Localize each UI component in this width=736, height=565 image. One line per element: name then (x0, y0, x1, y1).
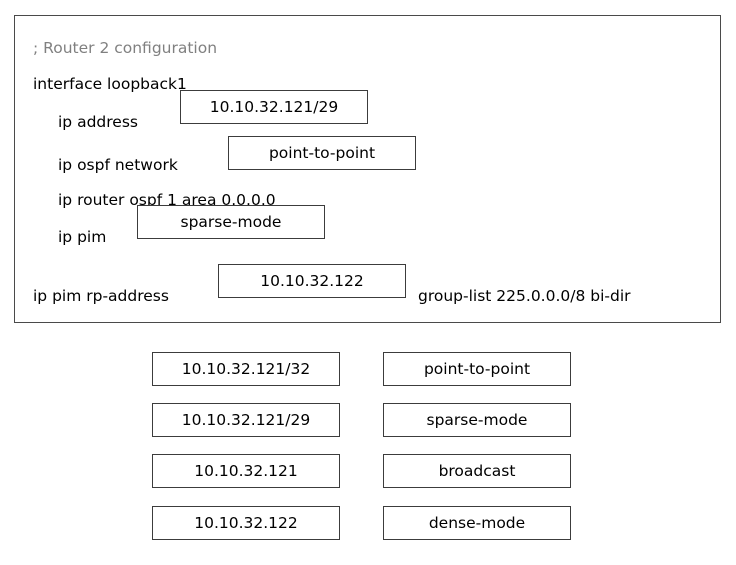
option-tile-mode-1[interactable]: point-to-point (383, 352, 571, 386)
dropzone-ip-address-value: 10.10.32.121/29 (209, 98, 339, 116)
option-tile-address-3[interactable]: 10.10.32.121 (152, 454, 340, 488)
dropzone-ip-pim-value: sparse-mode (180, 213, 282, 231)
option-tile-mode-3[interactable]: broadcast (383, 454, 571, 488)
option-label: 10.10.32.121/29 (181, 411, 311, 429)
config-ip-address-label: ip address (58, 113, 138, 131)
dropzone-ip-ospf-network[interactable]: point-to-point (228, 136, 416, 170)
option-tile-mode-4[interactable]: dense-mode (383, 506, 571, 540)
option-label: 10.10.32.121/32 (181, 360, 311, 378)
option-label: point-to-point (423, 360, 531, 378)
dropzone-rp-address[interactable]: 10.10.32.122 (218, 264, 406, 298)
config-interface-line: interface loopback1 (33, 75, 187, 93)
config-ip-pim-rp-address-label: ip pim rp-address (33, 287, 169, 305)
dropzone-rp-address-value: 10.10.32.122 (260, 272, 364, 290)
option-label: sparse-mode (426, 411, 528, 429)
option-tile-address-4[interactable]: 10.10.32.122 (152, 506, 340, 540)
config-ip-ospf-network-label: ip ospf network (58, 156, 178, 174)
option-tile-mode-2[interactable]: sparse-mode (383, 403, 571, 437)
option-label: broadcast (438, 462, 516, 480)
option-label: 10.10.32.122 (194, 514, 298, 532)
router-configuration-panel: ; Router 2 configuration interface loopb… (14, 15, 721, 323)
dropzone-ip-ospf-network-value: point-to-point (268, 144, 376, 162)
option-label: 10.10.32.121 (194, 462, 298, 480)
option-tile-address-2[interactable]: 10.10.32.121/29 (152, 403, 340, 437)
config-group-list-text: group-list 225.0.0.0/8 bi-dir (418, 287, 631, 305)
option-tile-address-1[interactable]: 10.10.32.121/32 (152, 352, 340, 386)
option-label: dense-mode (428, 514, 526, 532)
dropzone-ip-pim[interactable]: sparse-mode (137, 205, 325, 239)
config-comment-line: ; Router 2 configuration (33, 39, 218, 57)
config-ip-pim-label: ip pim (58, 228, 107, 246)
dropzone-ip-address[interactable]: 10.10.32.121/29 (180, 90, 368, 124)
